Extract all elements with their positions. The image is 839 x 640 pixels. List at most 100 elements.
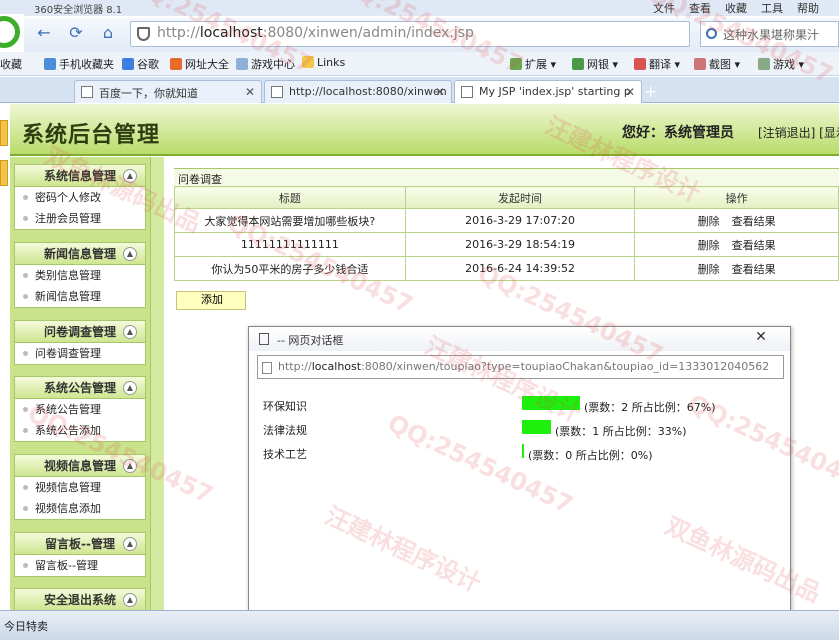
ext-screenshot[interactable]: 截图 ▾ — [694, 56, 740, 72]
view-result-link[interactable]: 查看结果 — [732, 263, 776, 276]
sidebar-item-guestbook[interactable]: 留言板--管理 — [15, 555, 145, 576]
vote-info: (票数：0 所占比例：0%) — [528, 449, 653, 462]
sidebar-group-header[interactable]: 新闻信息管理 ▲ — [15, 243, 145, 265]
row-time: 2016-6-24 14:39:52 — [404, 256, 636, 281]
folder-icon — [302, 56, 314, 68]
ext-translate[interactable]: 翻译 ▾ — [634, 56, 680, 72]
fav-collect[interactable]: 收藏 — [0, 56, 22, 72]
refresh-icon[interactable]: ⟳ — [66, 22, 86, 44]
sidebar-item-video-manage[interactable]: 视频信息管理 — [15, 477, 145, 498]
search-icon — [706, 28, 717, 39]
back-arrow-icon[interactable]: ← — [34, 22, 54, 44]
chevron-up-icon[interactable]: ▲ — [123, 381, 137, 395]
sidebar-item-notice-add[interactable]: 系统公告添加 — [15, 420, 145, 441]
left-toolbar-strip — [0, 104, 10, 619]
close-icon[interactable]: ✕ — [625, 85, 635, 99]
gamepad-icon — [236, 58, 248, 70]
menu-view[interactable]: 查看 — [689, 0, 711, 16]
tab-baidu[interactable]: 百度一下，你就知道 ✕ — [74, 80, 262, 103]
page-title: 系统后台管理 — [22, 123, 161, 148]
dialog-url: http://localhost:8080/xinwen/toupiao?typ… — [257, 355, 784, 379]
fav-links[interactable]: Links — [302, 56, 345, 69]
sidebar-group-header[interactable]: 问卷调查管理 ▲ — [15, 321, 145, 343]
delete-link[interactable]: 删除 — [698, 215, 720, 228]
address-url: http://localhost:8080/xinwen/admin/index… — [157, 25, 474, 41]
option-name: 环保知识 — [263, 400, 307, 413]
sidebar-item-video-add[interactable]: 视频信息添加 — [15, 498, 145, 519]
col-ops: 操作 — [634, 186, 839, 209]
sidebar-group-header[interactable]: 系统信息管理 ▲ — [15, 165, 145, 187]
chevron-up-icon[interactable]: ▲ — [123, 247, 137, 261]
col-time: 发起时间 — [404, 186, 636, 209]
view-result-link[interactable]: 查看结果 — [732, 215, 776, 228]
row-time: 2016-3-29 17:07:20 — [404, 208, 636, 233]
sidebar-group-notice: 系统公告管理 ▲ 系统公告管理 系统公告添加 — [14, 376, 146, 442]
fav-mobile[interactable]: 手机收藏夹 — [44, 56, 114, 72]
strip-tab-icon[interactable] — [0, 120, 8, 146]
menu-favorites[interactable]: 收藏 — [725, 0, 747, 16]
dialog-title: -- 网页对话框 — [277, 334, 344, 347]
sidebar-item-news[interactable]: 新闻信息管理 — [15, 286, 145, 307]
search-box[interactable]: 这种水果堪称果汁 — [700, 21, 839, 47]
sidebar-group-logout: 安全退出系统 ▲ — [14, 588, 146, 612]
ext-extensions[interactable]: 扩展 ▾ — [510, 56, 556, 72]
menu-help[interactable]: 帮助 — [797, 0, 819, 16]
close-icon[interactable]: ✕ — [748, 329, 774, 347]
logout-link[interactable]: [注销退出] [显示 — [758, 124, 839, 141]
sidebar-collapse-bar[interactable] — [150, 157, 164, 619]
sidebar-group-system: 系统信息管理 ▲ 密码个人修改 注册会员管理 — [14, 164, 146, 230]
sidebar-item-notice-manage[interactable]: 系统公告管理 — [15, 399, 145, 420]
survey-table: 标题 发起时间 操作 大家觉得本网站需要增加哪些板块? 2016-3-29 17… — [174, 186, 839, 281]
view-result-link[interactable]: 查看结果 — [732, 239, 776, 252]
add-button[interactable]: 添加 — [176, 291, 246, 310]
sidebar-item-survey[interactable]: 问卷调查管理 — [15, 343, 145, 364]
fav-game-center[interactable]: 游戏中心 — [236, 56, 295, 72]
chevron-up-icon[interactable]: ▲ — [123, 325, 137, 339]
tab-localhost[interactable]: http://localhost:8080/xinwen ✕ — [264, 80, 452, 103]
close-icon[interactable]: ✕ — [435, 85, 445, 99]
chevron-up-icon[interactable]: ▲ — [123, 459, 137, 473]
sidebar-group-header[interactable]: 视频信息管理 ▲ — [15, 455, 145, 477]
menu-tools[interactable]: 工具 — [761, 0, 783, 16]
home-icon[interactable]: ⌂ — [98, 22, 118, 44]
delete-link[interactable]: 删除 — [698, 263, 720, 276]
translate-icon — [634, 58, 646, 70]
ext-bank[interactable]: 网银 ▾ — [572, 56, 618, 72]
sidebar-item-password[interactable]: 密码个人修改 — [15, 187, 145, 208]
gamepad-icon — [758, 58, 770, 70]
sidebar-group-guestbook: 留言板--管理 ▲ 留言板--管理 — [14, 532, 146, 577]
address-bar[interactable]: http://localhost:8080/xinwen/admin/index… — [130, 21, 690, 47]
sidebar-group-header[interactable]: 系统公告管理 ▲ — [15, 377, 145, 399]
table-row: 11111111111111 2016-3-29 18:54:19 删除 查看结果 — [174, 232, 839, 257]
row-title: 11111111111111 — [174, 232, 406, 257]
sidebar-group-video: 视频信息管理 ▲ 视频信息管理 视频信息添加 — [14, 454, 146, 520]
ext-games[interactable]: 游戏 ▾ — [758, 56, 804, 72]
sidebar-group-header[interactable]: 留言板--管理 ▲ — [15, 533, 145, 555]
page-icon — [259, 333, 269, 345]
table-row: 大家觉得本网站需要增加哪些板块? 2016-3-29 17:07:20 删除 查看… — [174, 208, 839, 233]
globe-icon — [170, 58, 182, 70]
browser-title-bar: 360安全浏览器 8.1 文件 查看 收藏 工具 帮助 — [0, 0, 839, 16]
fav-url-list[interactable]: 网址大全 — [170, 56, 229, 72]
chevron-up-icon[interactable]: ▲ — [123, 593, 137, 607]
sidebar-item-members[interactable]: 注册会员管理 — [15, 208, 145, 229]
menu-file[interactable]: 文件 — [653, 0, 675, 16]
close-icon[interactable]: ✕ — [245, 85, 255, 99]
fav-google[interactable]: 谷歌 — [122, 56, 159, 72]
option-name: 技术工艺 — [263, 448, 307, 461]
option-name: 法律法规 — [263, 424, 307, 437]
chevron-up-icon[interactable]: ▲ — [123, 169, 137, 183]
search-placeholder: 这种水果堪称果汁 — [723, 28, 820, 42]
browser-app-title: 360安全浏览器 8.1 — [34, 5, 123, 16]
chevron-up-icon[interactable]: ▲ — [123, 537, 137, 551]
new-tab-plus-icon[interactable]: + — [644, 82, 657, 101]
page-icon — [271, 86, 283, 98]
sidebar-group-header[interactable]: 安全退出系统 ▲ — [15, 589, 145, 611]
strip-tab-icon[interactable] — [0, 160, 8, 186]
vote-info: (票数：2 所占比例：67%) — [584, 401, 716, 414]
tab-index-jsp[interactable]: My JSP 'index.jsp' starting p ✕ — [454, 80, 642, 103]
sidebar-item-category[interactable]: 类别信息管理 — [15, 265, 145, 286]
page-icon — [461, 86, 473, 98]
status-text[interactable]: 今日特卖 — [4, 618, 48, 634]
delete-link[interactable]: 删除 — [698, 239, 720, 252]
